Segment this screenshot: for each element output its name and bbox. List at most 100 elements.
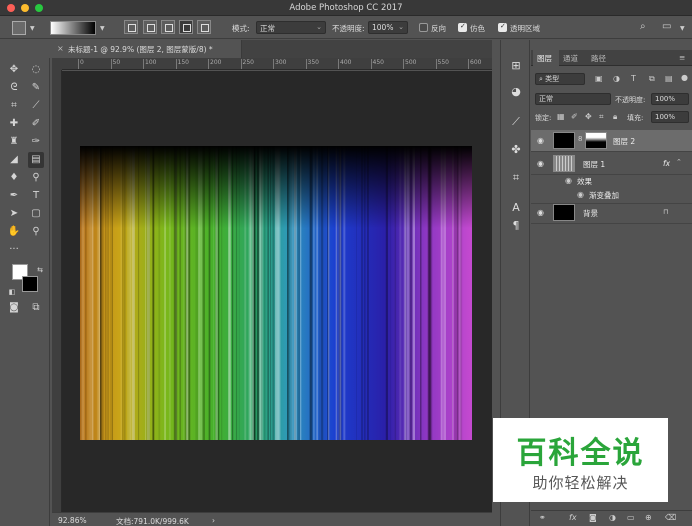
color-icon[interactable]: ◕ <box>508 84 524 100</box>
dither-checkbox[interactable] <box>458 22 467 32</box>
character-icon[interactable]: A <box>508 200 524 216</box>
fill-field[interactable]: 100% <box>651 111 689 123</box>
more-icon[interactable]: ··· <box>6 242 22 258</box>
opacity-field[interactable]: 100% ⌄ <box>368 21 408 34</box>
tool-preset-picker[interactable] <box>12 21 26 35</box>
smart-object-filter-icon[interactable]: ▤ <box>665 74 673 83</box>
tab-paths[interactable]: 路径 <box>591 53 606 64</box>
eye-icon[interactable]: ◉ <box>577 190 584 199</box>
document-canvas[interactable] <box>80 146 472 440</box>
zoom-icon[interactable]: ⚲ <box>28 224 44 240</box>
lock-artboard-icon[interactable]: ⌗ <box>599 112 604 122</box>
eye-icon[interactable]: ◉ <box>537 136 544 145</box>
transparency-checkbox[interactable] <box>498 22 507 32</box>
gradient-icon[interactable]: ▤ <box>28 152 44 168</box>
quick-select-icon[interactable]: ✎ <box>28 80 44 96</box>
mode-select[interactable]: 正常 ⌄ <box>256 21 326 34</box>
crop-panel-icon[interactable]: ⌗ <box>508 170 524 186</box>
group-icon[interactable]: ▭ <box>627 513 635 522</box>
close-icon[interactable]: × <box>57 44 64 53</box>
linear-gradient-button[interactable] <box>124 20 138 34</box>
radial-gradient-button[interactable] <box>143 20 157 34</box>
vertical-ruler[interactable] <box>52 70 62 512</box>
lasso-icon[interactable]: ᘓ <box>6 80 22 96</box>
shape-filter-icon[interactable]: ⧉ <box>649 74 655 84</box>
lock-transparent-icon[interactable]: ▦ <box>557 112 565 121</box>
ruler-origin[interactable] <box>52 58 62 70</box>
reverse-checkbox[interactable] <box>419 23 428 32</box>
adjustment-layer-icon[interactable]: ◑ <box>609 513 616 522</box>
gradient-preview[interactable] <box>50 21 96 35</box>
lock-icon[interactable]: ⊓ <box>663 208 668 216</box>
blend-mode-select[interactable]: 正常 <box>535 93 611 105</box>
marquee-icon[interactable]: ◌ <box>28 62 44 78</box>
paragraph-icon[interactable]: ¶ <box>508 218 524 234</box>
type-filter-icon[interactable]: T <box>631 74 636 83</box>
chevron-down-icon[interactable]: ▼ <box>100 25 105 32</box>
default-colors-icon[interactable]: ◧ <box>4 284 20 300</box>
add-style-icon[interactable]: fx <box>569 513 577 522</box>
history-brush-icon[interactable]: ✑ <box>28 134 44 150</box>
eye-icon[interactable]: ◉ <box>537 159 544 168</box>
type-icon[interactable]: T <box>28 188 44 204</box>
brush-icon[interactable]: ✐ <box>28 116 44 132</box>
layer-row-background[interactable]: ◉ 背景 ⊓ <box>531 202 692 224</box>
quick-mask-icon[interactable]: ◙ <box>6 300 22 316</box>
lock-position-icon[interactable]: ✥ <box>585 112 592 121</box>
new-layer-icon[interactable]: ⊕ <box>645 513 652 522</box>
ruler-tick: 150 <box>175 59 189 69</box>
panel-menu-icon[interactable]: ≡ <box>679 53 685 62</box>
filter-kind-select[interactable]: ⌕ 类型 <box>535 73 585 85</box>
layer-row-layer1[interactable]: ◉ 图层 1 fx ⌃ <box>531 153 692 175</box>
chevron-down-icon[interactable]: ▼ <box>30 25 35 32</box>
horizontal-ruler[interactable]: 0 50 100 150 200 250 300 350 400 450 500 550 600 <box>62 58 492 70</box>
trash-icon[interactable]: ⌫ <box>665 513 676 522</box>
hand-icon[interactable]: ✋ <box>6 224 22 240</box>
filter-toggle-icon[interactable]: ● <box>681 73 688 82</box>
angle-gradient-button[interactable] <box>161 20 175 34</box>
layer-row-layer2[interactable]: ◉ 8 图层 2 <box>531 130 692 152</box>
crop-icon[interactable]: ⌗ <box>6 98 22 114</box>
ruler-tick: 300 <box>272 59 287 69</box>
puzzle-icon[interactable]: ✤ <box>508 142 524 158</box>
pen-icon[interactable]: ✒ <box>6 188 22 204</box>
eye-icon[interactable]: ◉ <box>537 208 544 217</box>
adjustment-filter-icon[interactable]: ◑ <box>613 74 620 83</box>
workspace-icon[interactable]: ▭ <box>662 21 671 32</box>
lock-all-icon[interactable]: 🔒︎ <box>613 112 617 122</box>
chevron-down-icon[interactable]: ▼ <box>680 25 685 32</box>
stamp-icon[interactable]: ♜ <box>6 134 22 150</box>
link-layers-icon[interactable]: ⚭ <box>539 513 546 522</box>
fx-icon[interactable]: fx <box>663 159 670 168</box>
libraries-icon[interactable]: ⊞ <box>508 58 524 74</box>
layer-mask-thumbnail[interactable] <box>585 132 607 149</box>
shape-icon[interactable]: ▢ <box>28 206 44 222</box>
eraser-icon[interactable]: ◢ <box>6 152 22 168</box>
adjustments-icon[interactable]: ⟋ <box>508 114 524 130</box>
dodge-icon[interactable]: ⚲ <box>28 170 44 186</box>
pixel-filter-icon[interactable]: ▣ <box>595 74 603 83</box>
fill-value: 100% <box>655 113 676 121</box>
add-mask-icon[interactable]: ◙ <box>589 513 597 522</box>
link-icon[interactable]: 8 <box>578 135 582 143</box>
move-icon[interactable]: ✥ <box>6 62 22 78</box>
screen-mode-icon[interactable]: ⧉ <box>28 300 44 316</box>
blur-icon[interactable]: ♦ <box>6 170 22 186</box>
status-arrow-icon[interactable]: › <box>212 516 215 525</box>
reflected-gradient-button[interactable] <box>179 20 193 34</box>
tab-layers[interactable]: 图层 <box>537 53 552 64</box>
path-select-icon[interactable]: ➤ <box>6 206 22 222</box>
document-tab[interactable]: × 未标题-1 @ 92.9% (图层 2, 图层蒙版/8) * <box>52 40 242 58</box>
eyedropper-icon[interactable]: ⟋ <box>28 98 44 114</box>
layer-opacity-field[interactable]: 100% <box>651 93 689 105</box>
swap-colors-icon[interactable]: ⇆ <box>32 262 48 278</box>
collapse-effects-icon[interactable]: ⌃ <box>676 158 682 166</box>
tab-channels[interactable]: 通道 <box>563 53 578 64</box>
search-icon[interactable]: ⌕ <box>640 21 646 32</box>
zoom-level[interactable]: 92.86% <box>58 516 87 525</box>
background-color-swatch[interactable] <box>22 276 38 292</box>
diamond-gradient-button[interactable] <box>197 20 211 34</box>
healing-icon[interactable]: ✚ <box>6 116 22 132</box>
eye-icon[interactable]: ◉ <box>565 176 572 185</box>
lock-image-icon[interactable]: ✐ <box>571 112 578 121</box>
